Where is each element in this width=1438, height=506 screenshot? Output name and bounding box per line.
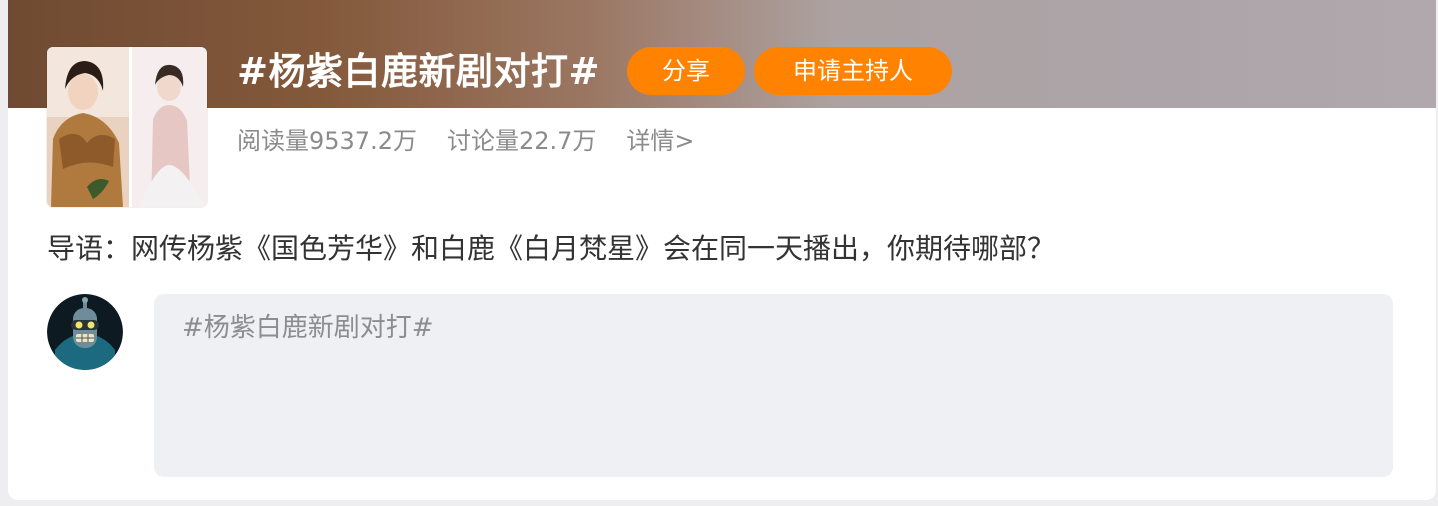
details-link[interactable]: 详情> [626, 122, 694, 160]
read-count: 阅读量9537.2万 [237, 127, 417, 155]
topic-card: #杨紫白鹿新剧对打# 分享 申请主持人 阅读量9537.2万 讨论量22.7万 详情… [8, 0, 1436, 500]
discuss-count: 讨论量22.7万 [446, 127, 597, 155]
share-button[interactable]: 分享 [627, 47, 745, 95]
robot-avatar-icon [47, 294, 123, 370]
topic-stats: 阅读量9537.2万 讨论量22.7万 详情> [237, 122, 695, 160]
apply-host-button[interactable]: 申请主持人 [754, 47, 952, 95]
topic-title: #杨紫白鹿新剧对打# [237, 50, 601, 93]
topic-cover-image[interactable] [47, 47, 207, 207]
comment-input[interactable]: #杨紫白鹿新剧对打# [154, 294, 1393, 477]
user-avatar[interactable] [47, 294, 123, 370]
topic-intro: 导语：网传杨紫《国色芳华》和白鹿《白月梵星》会在同一天播出，你期待哪部？ [47, 232, 1056, 265]
comment-input-text: #杨紫白鹿新剧对打# [182, 313, 434, 343]
